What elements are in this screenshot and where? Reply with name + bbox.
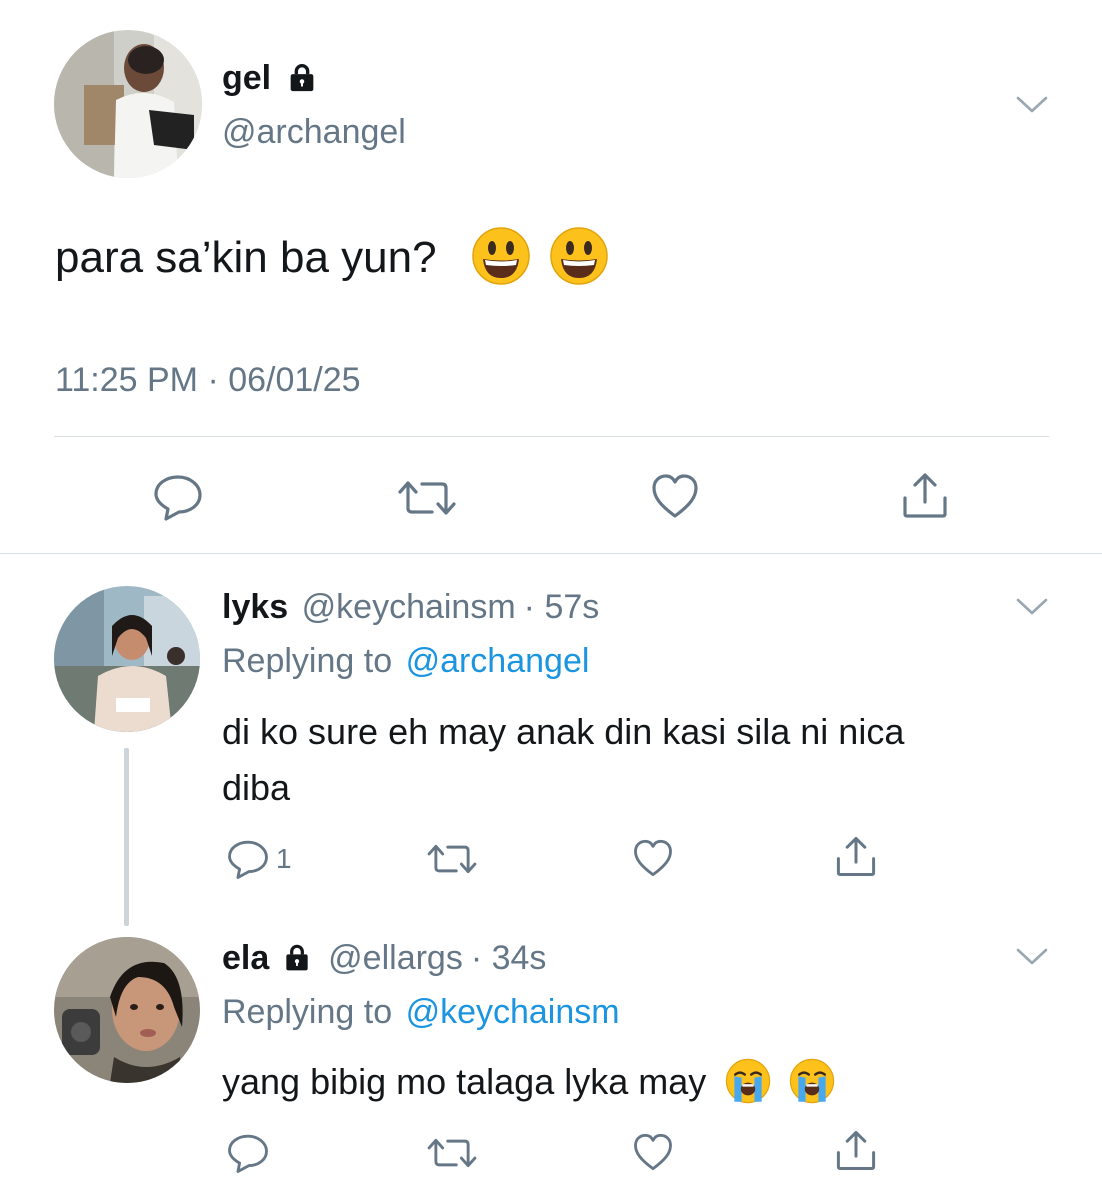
display-name-text[interactable]: gel (222, 59, 271, 97)
reply-time: · 57s (523, 588, 600, 626)
reply-text-line: di ko sure eh may anak din kasi sila ni … (222, 711, 905, 752)
display-name[interactable]: ela (222, 939, 269, 977)
chevron-down-icon[interactable] (1015, 92, 1049, 116)
handle[interactable]: @archangel (222, 112, 406, 152)
loudly-crying-face-emoji (790, 1059, 835, 1104)
reply-icon[interactable] (226, 838, 270, 880)
grinning-face-emoji (472, 227, 530, 286)
avatar-lyks[interactable] (54, 586, 200, 732)
tweet-text-body: para sa’kin ba yun? (55, 233, 437, 282)
reply-header: ela @ellargs · 34s (222, 938, 546, 978)
reply-icon[interactable] (152, 472, 204, 522)
replying-label: Replying to (222, 642, 393, 680)
tweet-timestamp[interactable]: 11:25 PM · 06/01/25 (55, 360, 361, 400)
replying-label: Replying to (222, 993, 393, 1031)
grinning-face-emoji (550, 227, 609, 286)
display-name[interactable]: lyks (222, 588, 288, 626)
reply-text: yang bibig mo talaga lyka may (222, 1054, 836, 1110)
share-icon[interactable] (834, 1128, 878, 1172)
avatar-ela[interactable] (54, 937, 200, 1083)
replying-to-link[interactable]: @keychainsm (406, 993, 620, 1031)
divider (54, 436, 1049, 437)
share-icon[interactable] (900, 470, 950, 520)
section-divider (0, 553, 1102, 554)
replying-to: Replying to @keychainsm (222, 992, 620, 1032)
lock-icon (290, 64, 313, 92)
share-icon[interactable] (834, 834, 878, 878)
tweet-text: para sa’kin ba yun? (55, 227, 609, 286)
chevron-down-icon[interactable] (1015, 944, 1049, 968)
like-icon[interactable] (650, 472, 700, 520)
like-icon[interactable] (632, 838, 674, 878)
loudly-crying-face-emoji (726, 1059, 771, 1104)
reply-action[interactable]: 1 (226, 838, 292, 880)
reply-time: · 34s (470, 939, 547, 977)
avatar-gel[interactable] (54, 30, 202, 178)
replying-to-link[interactable]: @archangel (406, 642, 590, 680)
chevron-down-icon[interactable] (1015, 594, 1049, 618)
replying-to: Replying to @archangel (222, 641, 589, 681)
handle[interactable]: @keychainsm (302, 588, 516, 626)
reply-count: 1 (276, 843, 292, 874)
reply-thread-line (124, 748, 129, 926)
reply-header: lyks @keychainsm · 57s (222, 587, 599, 627)
retweet-icon[interactable] (424, 1136, 480, 1170)
retweet-icon[interactable] (424, 842, 480, 876)
like-icon[interactable] (632, 1132, 674, 1172)
display-name[interactable]: gel (222, 58, 319, 98)
reply-text-body: yang bibig mo talaga lyka may (222, 1061, 707, 1102)
retweet-icon[interactable] (394, 478, 460, 518)
reply-icon[interactable] (226, 1132, 270, 1174)
reply-text: di ko sure eh may anak din kasi sila ni … (222, 704, 904, 816)
reply-text-line: diba (222, 767, 291, 808)
lock-icon (286, 944, 308, 971)
handle[interactable]: @ellargs (328, 939, 463, 977)
